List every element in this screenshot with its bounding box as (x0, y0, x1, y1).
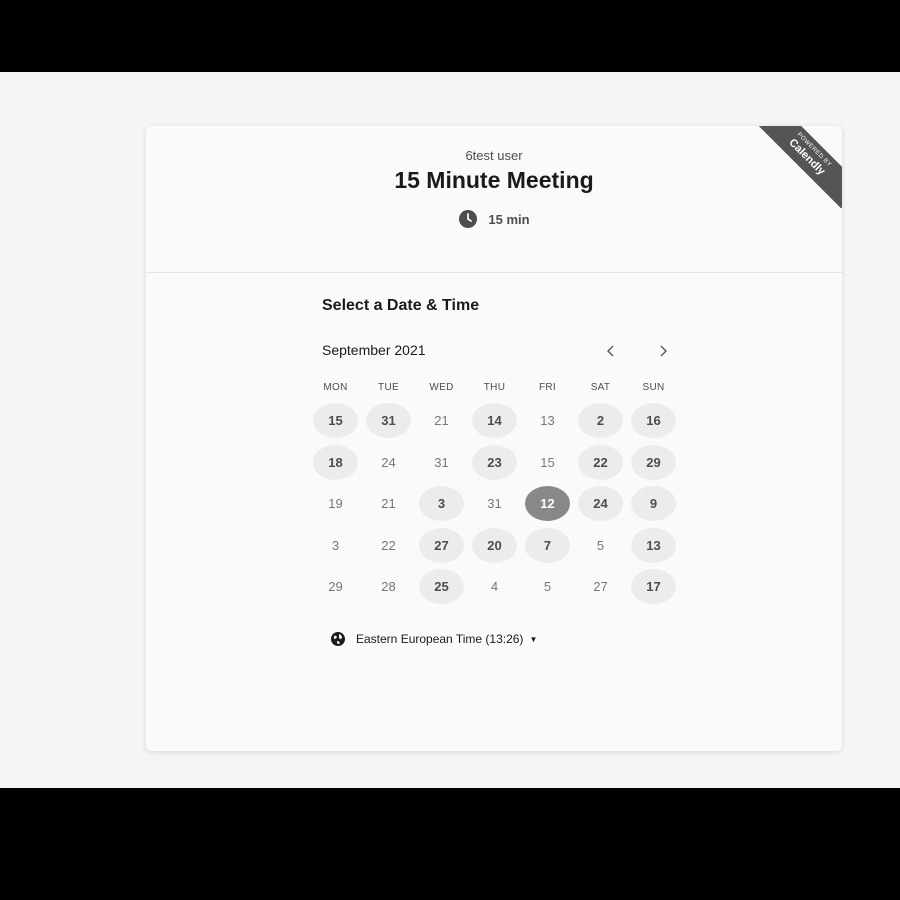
available-day[interactable]: 31 (366, 403, 411, 439)
event-header: 6test user 15 Minute Meeting 15 min POWE… (146, 126, 842, 273)
available-day[interactable]: 20 (472, 527, 517, 563)
unavailable-day: 22 (381, 537, 396, 553)
unavailable-day: 31 (487, 496, 502, 512)
event-duration: 15 min (146, 209, 842, 229)
page-viewport: 6test user 15 Minute Meeting 15 min POWE… (0, 72, 900, 788)
booking-card: 6test user 15 Minute Meeting 15 min POWE… (146, 126, 842, 751)
date-picker: Select a Date & Time September 2021 MON T… (146, 273, 842, 751)
unavailable-day: 29 (328, 579, 343, 595)
available-day[interactable]: 24 (578, 486, 623, 522)
calendly-ribbon[interactable]: POWERED BY Calendly (745, 126, 842, 208)
unavailable-day: 13 (540, 413, 555, 429)
available-day[interactable]: 18 (313, 444, 358, 480)
available-day[interactable]: 27 (419, 527, 464, 563)
unavailable-day: 3 (331, 537, 340, 553)
calendar-week-row: 19 21 3 31 12 24 9 (309, 483, 680, 525)
unavailable-day: 21 (434, 413, 449, 429)
unavailable-day: 15 (540, 454, 555, 470)
weekday-label: WED (429, 382, 454, 393)
available-day[interactable]: 13 (631, 527, 676, 563)
next-month-button[interactable] (651, 339, 675, 363)
available-day[interactable]: 14 (472, 403, 517, 439)
globe-icon (330, 631, 346, 647)
calendar-week-row: 15 31 21 14 13 2 16 (309, 400, 680, 442)
unavailable-day: 19 (328, 496, 343, 512)
weekday-header: MON TUE WED THU FRI SAT SUN (309, 382, 680, 393)
previous-month-button[interactable] (599, 339, 623, 363)
weekday-label: FRI (538, 382, 556, 393)
timezone-label: Eastern European Time (13:26) (356, 632, 524, 646)
available-day[interactable]: 25 (419, 569, 464, 605)
powered-by-text: POWERED BY (795, 131, 833, 169)
weekday-label: SUN (642, 382, 665, 393)
weekday-label: THU (483, 382, 506, 393)
picker-title: Select a Date & Time (322, 297, 480, 314)
available-day[interactable]: 17 (631, 569, 676, 605)
available-day[interactable]: 23 (472, 444, 517, 480)
available-day[interactable]: 15 (313, 403, 358, 439)
weekday-label: MON (323, 382, 348, 393)
selected-day[interactable]: 12 (525, 486, 570, 522)
clock-icon (458, 209, 478, 229)
available-day[interactable]: 22 (578, 444, 623, 480)
available-day[interactable]: 29 (631, 444, 676, 480)
unavailable-day: 4 (490, 579, 499, 595)
unavailable-day: 5 (543, 579, 552, 595)
available-day[interactable]: 16 (631, 403, 676, 439)
available-day[interactable]: 9 (631, 486, 676, 522)
calendar-week-row: 18 24 31 23 15 22 29 (309, 442, 680, 484)
unavailable-day: 27 (593, 579, 608, 595)
weekday-label: TUE (378, 382, 399, 393)
powered-by-badge[interactable]: POWERED BY Calendly (738, 126, 842, 208)
weekday-label: SAT (590, 382, 611, 393)
calendar-week-row: 3 22 27 20 7 5 13 (309, 525, 680, 567)
unavailable-day: 28 (381, 579, 396, 595)
available-day[interactable]: 7 (525, 527, 570, 563)
calendar-grid: 15 31 21 14 13 2 16 18 24 31 23 15 22 29 19 21 3 31 12 24 9 3… (309, 400, 680, 608)
caret-down-icon: ▼ (529, 634, 538, 644)
month-navigation: September 2021 (322, 342, 672, 362)
available-day[interactable]: 2 (578, 403, 623, 439)
duration-label: 15 min (488, 211, 530, 227)
available-day[interactable]: 3 (419, 486, 464, 522)
unavailable-day: 21 (381, 496, 396, 512)
month-label: September 2021 (322, 342, 426, 358)
unavailable-day: 24 (381, 454, 396, 470)
unavailable-day: 5 (596, 537, 605, 553)
timezone-selector[interactable]: Eastern European Time (13:26) ▼ (330, 631, 537, 647)
unavailable-day: 31 (434, 454, 449, 470)
calendar-week-row: 29 28 25 4 5 27 17 (309, 566, 680, 608)
chevron-left-icon (607, 345, 614, 357)
chevron-right-icon (660, 345, 667, 357)
